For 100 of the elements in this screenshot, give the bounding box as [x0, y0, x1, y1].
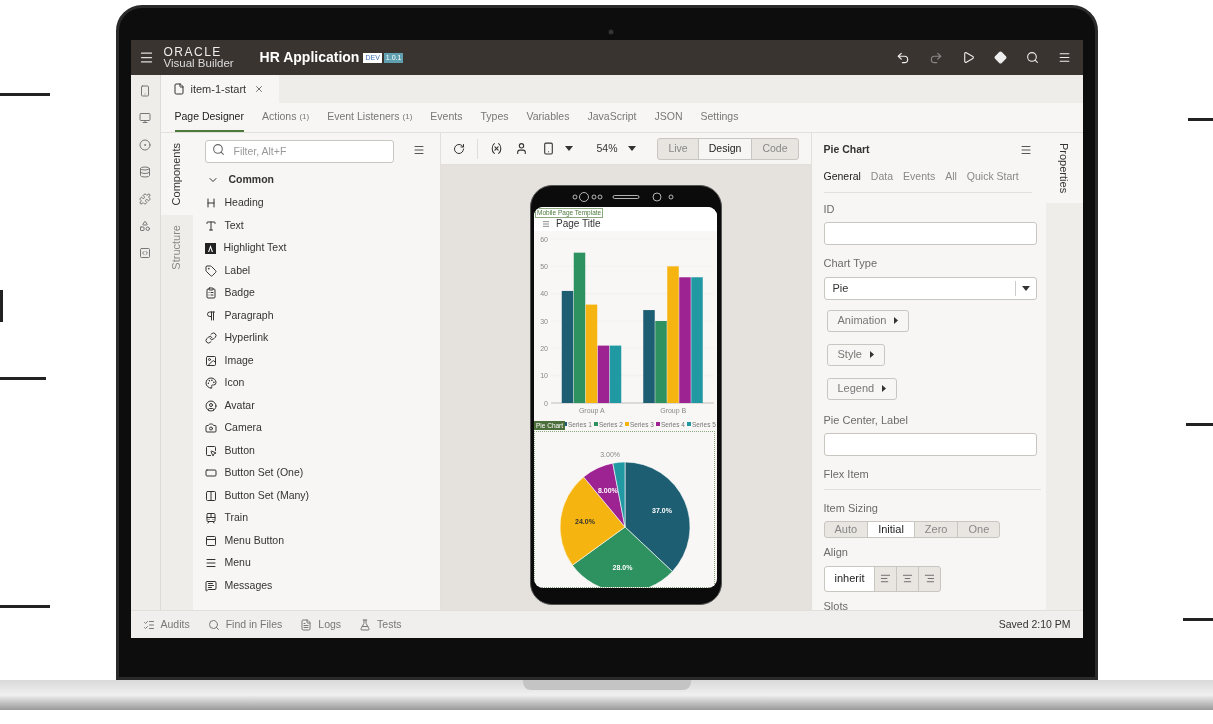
device-icon[interactable] — [541, 142, 555, 155]
right-caret-icon — [882, 385, 887, 392]
zoom-dropdown[interactable]: 54% — [596, 140, 636, 157]
search-icon — [211, 143, 225, 156]
search-icon[interactable] — [1025, 51, 1039, 64]
component-item[interactable]: Menu — [204, 552, 428, 575]
redo-icon[interactable] — [928, 50, 943, 65]
component-item[interactable]: Label — [204, 259, 428, 282]
component-item[interactable]: Heading — [204, 192, 428, 215]
monitor-icon[interactable] — [139, 112, 151, 124]
component-item[interactable]: Button Set (Many) — [204, 484, 428, 507]
search-icon — [207, 618, 220, 631]
legend-swatch — [656, 422, 660, 426]
columns-icon — [204, 489, 217, 502]
database-icon[interactable] — [139, 166, 151, 178]
person-icon[interactable] — [514, 142, 528, 155]
tab-label: item-1-start — [190, 81, 247, 97]
property-tab[interactable]: Quick Start — [966, 168, 1019, 185]
file-icon — [172, 83, 185, 95]
menu-icon[interactable] — [138, 50, 154, 65]
field-label: Item Sizing — [823, 500, 879, 516]
component-item[interactable]: Badge — [204, 282, 428, 305]
caret-icon — [627, 146, 636, 151]
legend-swatch — [625, 422, 629, 426]
property-tab[interactable]: General — [823, 168, 861, 185]
designer-tab[interactable]: Types — [480, 103, 509, 132]
shapes-icon[interactable] — [139, 220, 151, 232]
status-tool[interactable]: Audits — [142, 616, 190, 633]
app-title: HR Application — [259, 48, 360, 67]
caret-icon — [564, 146, 573, 151]
designer-tab[interactable]: Actions (1) — [261, 103, 310, 132]
legend-swatch — [687, 422, 691, 426]
component-item[interactable]: Menu Button — [204, 529, 428, 552]
filter-field[interactable]: Filter, Alt+F — [204, 139, 394, 163]
component-item[interactable]: Highlight Text — [204, 237, 428, 260]
status-tool[interactable]: Find in Files — [207, 616, 283, 633]
list-icon — [142, 618, 155, 631]
component-item[interactable]: Icon — [204, 372, 428, 395]
expander-button[interactable]: Animation — [826, 309, 910, 332]
expander-button[interactable]: Legend — [826, 377, 898, 400]
variable-icon[interactable] — [489, 142, 503, 155]
status-tool[interactable]: Logs — [300, 616, 342, 633]
page-title: Page Title — [556, 218, 601, 230]
component-item[interactable]: Train — [204, 507, 428, 530]
align-option[interactable] — [896, 565, 920, 592]
cursor-square-icon — [204, 444, 217, 457]
select-field[interactable]: Pie — [823, 276, 1037, 300]
smartphone-icon[interactable] — [139, 85, 151, 97]
link-icon — [204, 332, 217, 345]
designer-tab[interactable]: Events — [430, 103, 463, 132]
component-item[interactable]: Image — [204, 349, 428, 372]
segment-option[interactable]: inherit — [823, 565, 876, 592]
component-item[interactable]: Button Set (One) — [204, 462, 428, 485]
menu-icon[interactable] — [412, 143, 425, 156]
component-item[interactable]: Camera — [204, 417, 428, 440]
component-item[interactable]: Hyperlink — [204, 327, 428, 350]
play-icon[interactable] — [961, 51, 975, 64]
caret-icon — [1021, 285, 1030, 291]
property-tab[interactable]: All — [945, 168, 957, 185]
webcam-icon — [607, 29, 614, 35]
menu-icon — [204, 557, 217, 570]
component-item[interactable]: Avatar — [204, 394, 428, 417]
designer-tab[interactable]: JavaScript — [587, 103, 637, 132]
circle-dot-icon[interactable] — [139, 139, 151, 151]
designer-tab[interactable]: Event Listeners (1) — [327, 103, 413, 132]
designer-tab[interactable]: Settings — [700, 103, 739, 132]
document-icon — [300, 618, 313, 631]
field-label: ID — [823, 201, 836, 217]
pilcrow-icon — [204, 309, 217, 322]
designer-tab[interactable]: JSON — [654, 103, 683, 132]
refresh-icon[interactable] — [452, 142, 465, 155]
align-option[interactable] — [918, 565, 942, 592]
menu-icon[interactable] — [1019, 143, 1032, 156]
save-status: Saved 2:10 PM — [998, 616, 1071, 632]
mode-toggle[interactable]: Design — [697, 137, 753, 160]
user-circle-icon — [204, 399, 217, 412]
component-item[interactable]: Paragraph — [204, 304, 428, 327]
component-item[interactable]: Button — [204, 439, 428, 462]
side-tab[interactable]: Components — [160, 133, 193, 216]
diamond-icon[interactable] — [993, 51, 1007, 64]
status-tool[interactable]: Tests — [359, 616, 402, 633]
product-name: Visual Builder — [163, 57, 234, 69]
designer-tab[interactable]: Variables — [526, 103, 570, 132]
section-title: Flex Item — [823, 466, 1041, 490]
text-field[interactable] — [823, 433, 1037, 456]
menu-icon[interactable] — [1057, 51, 1071, 64]
side-tab[interactable]: Properties — [1045, 133, 1083, 204]
file-tab[interactable]: item-1-start — [160, 75, 279, 103]
undo-icon[interactable] — [895, 50, 910, 65]
close-icon[interactable] — [254, 84, 265, 94]
component-item[interactable]: Messages — [204, 574, 428, 597]
puzzle-icon[interactable] — [139, 193, 151, 205]
segment-option[interactable]: Initial — [867, 521, 915, 538]
component-item[interactable]: Text — [204, 214, 428, 237]
field-label: Align — [823, 545, 849, 560]
align-option[interactable] — [874, 565, 898, 592]
expander-button[interactable]: Style — [826, 343, 885, 366]
code-icon[interactable] — [139, 247, 151, 259]
text-field[interactable] — [823, 222, 1037, 245]
menu-icon — [542, 220, 550, 228]
